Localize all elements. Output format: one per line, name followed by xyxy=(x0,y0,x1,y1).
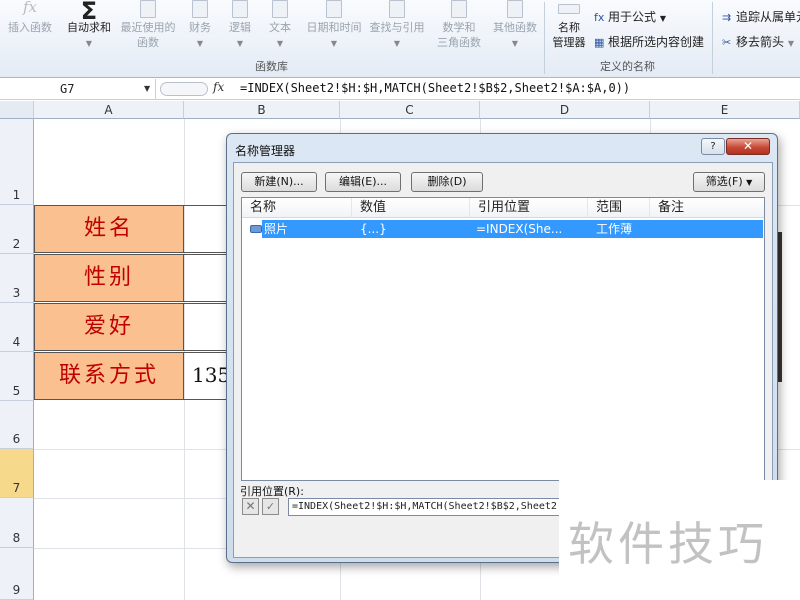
group-label-defined-names: 定义的名称 xyxy=(600,60,655,73)
use-in-formula-button[interactable]: fx 用于公式 ▼ xyxy=(594,8,666,25)
row-scope: 工作薄 xyxy=(596,222,633,236)
column-header-c[interactable]: C xyxy=(340,101,480,119)
logical-button[interactable]: 逻辑 ▼ xyxy=(222,0,258,51)
create-from-selection-button[interactable]: ▦ 根据所选内容创建 xyxy=(594,33,704,50)
book-icon xyxy=(366,0,428,20)
group-separator xyxy=(712,2,713,74)
name-tag-icon xyxy=(250,225,262,233)
financial-button[interactable]: 财务 ▼ xyxy=(182,0,218,51)
help-button[interactable]: ? xyxy=(701,138,725,155)
close-button[interactable]: ✕ xyxy=(726,138,770,155)
trace-arrow-icon: ⇉ xyxy=(722,11,732,24)
lookup-reference-button[interactable]: 查找与引用 ▼ xyxy=(366,0,428,51)
row-comment xyxy=(658,220,758,238)
select-all-corner[interactable] xyxy=(0,101,34,119)
cell-b5-phone-value: 135 xyxy=(192,363,231,387)
column-header-e[interactable]: E xyxy=(650,101,800,119)
cell-b4[interactable] xyxy=(184,303,228,351)
filter-button[interactable]: 筛选(F) ▼ xyxy=(693,172,765,192)
column-header-d[interactable]: D xyxy=(480,101,650,119)
autosum-button[interactable]: Σ 自动求和 ▼ xyxy=(62,0,116,51)
datetime-button[interactable]: 日期和时间 ▼ xyxy=(302,0,366,51)
cell-b3[interactable] xyxy=(184,254,228,302)
column-header-refers-to[interactable]: 引用位置 xyxy=(470,198,588,218)
row-header-7[interactable]: 7 xyxy=(0,449,34,498)
remove-arrows-icon: ✂ xyxy=(722,36,732,49)
cell-a2-name-label[interactable]: 姓名 xyxy=(34,205,184,253)
insert-function-fx-icon[interactable]: fx xyxy=(213,80,224,94)
new-name-button[interactable]: 新建(N)... xyxy=(241,172,317,192)
column-header-name[interactable]: 名称 xyxy=(242,198,352,218)
row-header-8[interactable]: 8 xyxy=(0,498,34,548)
trace-dependents-button[interactable]: ⇉追踪从属单元 xyxy=(722,8,800,25)
refers-to-input[interactable]: =INDEX(Sheet2!$H:$H,MATCH(Sheet2!$B$2,Sh… xyxy=(288,498,564,516)
row-refers-to: =INDEX(She... xyxy=(476,222,563,236)
book-icon xyxy=(182,0,218,20)
math-trig-button[interactable]: 数学和 三角函数 xyxy=(430,0,488,50)
insert-function-button[interactable]: fx 插入函数 xyxy=(2,0,58,35)
cell-a5-contact-label[interactable]: 联系方式 xyxy=(34,352,184,400)
chevron-down-icon: ▼ xyxy=(276,39,284,48)
row-header-4[interactable]: 4 xyxy=(0,303,34,352)
cell-b2[interactable] xyxy=(184,205,228,253)
cell-a3-gender-label[interactable]: 性别 xyxy=(34,254,184,302)
book-icon xyxy=(302,0,366,20)
names-list-header: 名称 数值 引用位置 范围 备注 xyxy=(242,198,764,218)
row-value: {...} xyxy=(360,222,387,236)
row-header-3[interactable]: 3 xyxy=(0,254,34,303)
name-tag-icon xyxy=(548,0,590,20)
confirm-edit-icon[interactable]: ✓ xyxy=(262,498,279,515)
fx-icon: fx xyxy=(594,11,605,24)
formula-bar-expand-handle[interactable] xyxy=(160,82,208,96)
row-header-1[interactable]: 1 xyxy=(0,119,34,205)
refers-to-label: 引用位置(R): xyxy=(240,485,304,498)
recent-functions-button[interactable]: 最近使用的 函数 xyxy=(116,0,180,50)
list-item[interactable]: 照片 {...} =INDEX(She... 工作薄 xyxy=(262,220,763,238)
row-header-2[interactable]: 2 xyxy=(0,205,34,254)
row-header-5[interactable]: 5 xyxy=(0,352,34,401)
group-separator xyxy=(544,2,545,74)
chevron-down-icon: ▼ xyxy=(196,39,204,48)
fx-icon: fx xyxy=(22,0,37,16)
ribbon: fx 插入函数 Σ 自动求和 ▼ 最近使用的 函数 财务 ▼ 逻辑 ▼ 文本 ▼… xyxy=(0,0,800,78)
delete-name-button[interactable]: 删除(D) xyxy=(411,172,483,192)
remove-arrows-button[interactable]: ✂ 移去箭头 ▼ xyxy=(722,33,794,50)
sigma-icon: Σ xyxy=(80,0,98,25)
column-header-comment[interactable]: 备注 xyxy=(650,198,764,218)
column-header-value[interactable]: 数值 xyxy=(352,198,470,218)
book-icon xyxy=(222,0,258,20)
table-icon: ▦ xyxy=(594,36,605,49)
chevron-down-icon[interactable]: ▼ xyxy=(144,84,150,93)
chevron-down-icon: ▼ xyxy=(511,39,519,48)
chevron-down-icon: ▼ xyxy=(236,39,244,48)
group-label-function-library: 函数库 xyxy=(255,60,288,73)
book-icon xyxy=(430,0,488,20)
dialog-title: 名称管理器 xyxy=(235,144,296,158)
chevron-down-icon: ▼ xyxy=(746,178,753,187)
row-header-9[interactable]: 9 xyxy=(0,548,34,600)
row-header-6[interactable]: 6 xyxy=(0,401,34,449)
name-manager-button[interactable]: 名称 管理器 xyxy=(548,0,590,50)
row-name: 照片 xyxy=(264,222,289,236)
edit-name-button[interactable]: 编辑(E)... xyxy=(325,172,401,192)
name-box[interactable]: G7 xyxy=(0,79,156,99)
chevron-down-icon: ▼ xyxy=(659,14,666,23)
more-functions-button[interactable]: 其他函数 ▼ xyxy=(488,0,542,51)
cell-a4-hobby-label[interactable]: 爱好 xyxy=(34,303,184,351)
formula-input[interactable]: =INDEX(Sheet2!$H:$H,MATCH(Sheet2!$B$2,Sh… xyxy=(240,81,630,95)
chevron-down-icon: ▼ xyxy=(85,39,93,48)
book-icon xyxy=(262,0,298,20)
chevron-down-icon: ▼ xyxy=(330,39,338,48)
chevron-down-icon: ▼ xyxy=(787,39,794,48)
cancel-edit-icon[interactable]: ✕ xyxy=(242,498,259,515)
text-button[interactable]: 文本 ▼ xyxy=(262,0,298,51)
column-header-b[interactable]: B xyxy=(184,101,340,119)
book-icon xyxy=(488,0,542,20)
column-header-scope[interactable]: 范围 xyxy=(588,198,650,218)
column-header-a[interactable]: A xyxy=(34,101,184,119)
watermark-text: 软件技巧 xyxy=(568,517,768,571)
book-icon xyxy=(116,0,180,20)
names-list[interactable]: 名称 数值 引用位置 范围 备注 照片 {...} =INDEX(She... … xyxy=(241,197,765,481)
chevron-down-icon: ▼ xyxy=(393,39,401,48)
